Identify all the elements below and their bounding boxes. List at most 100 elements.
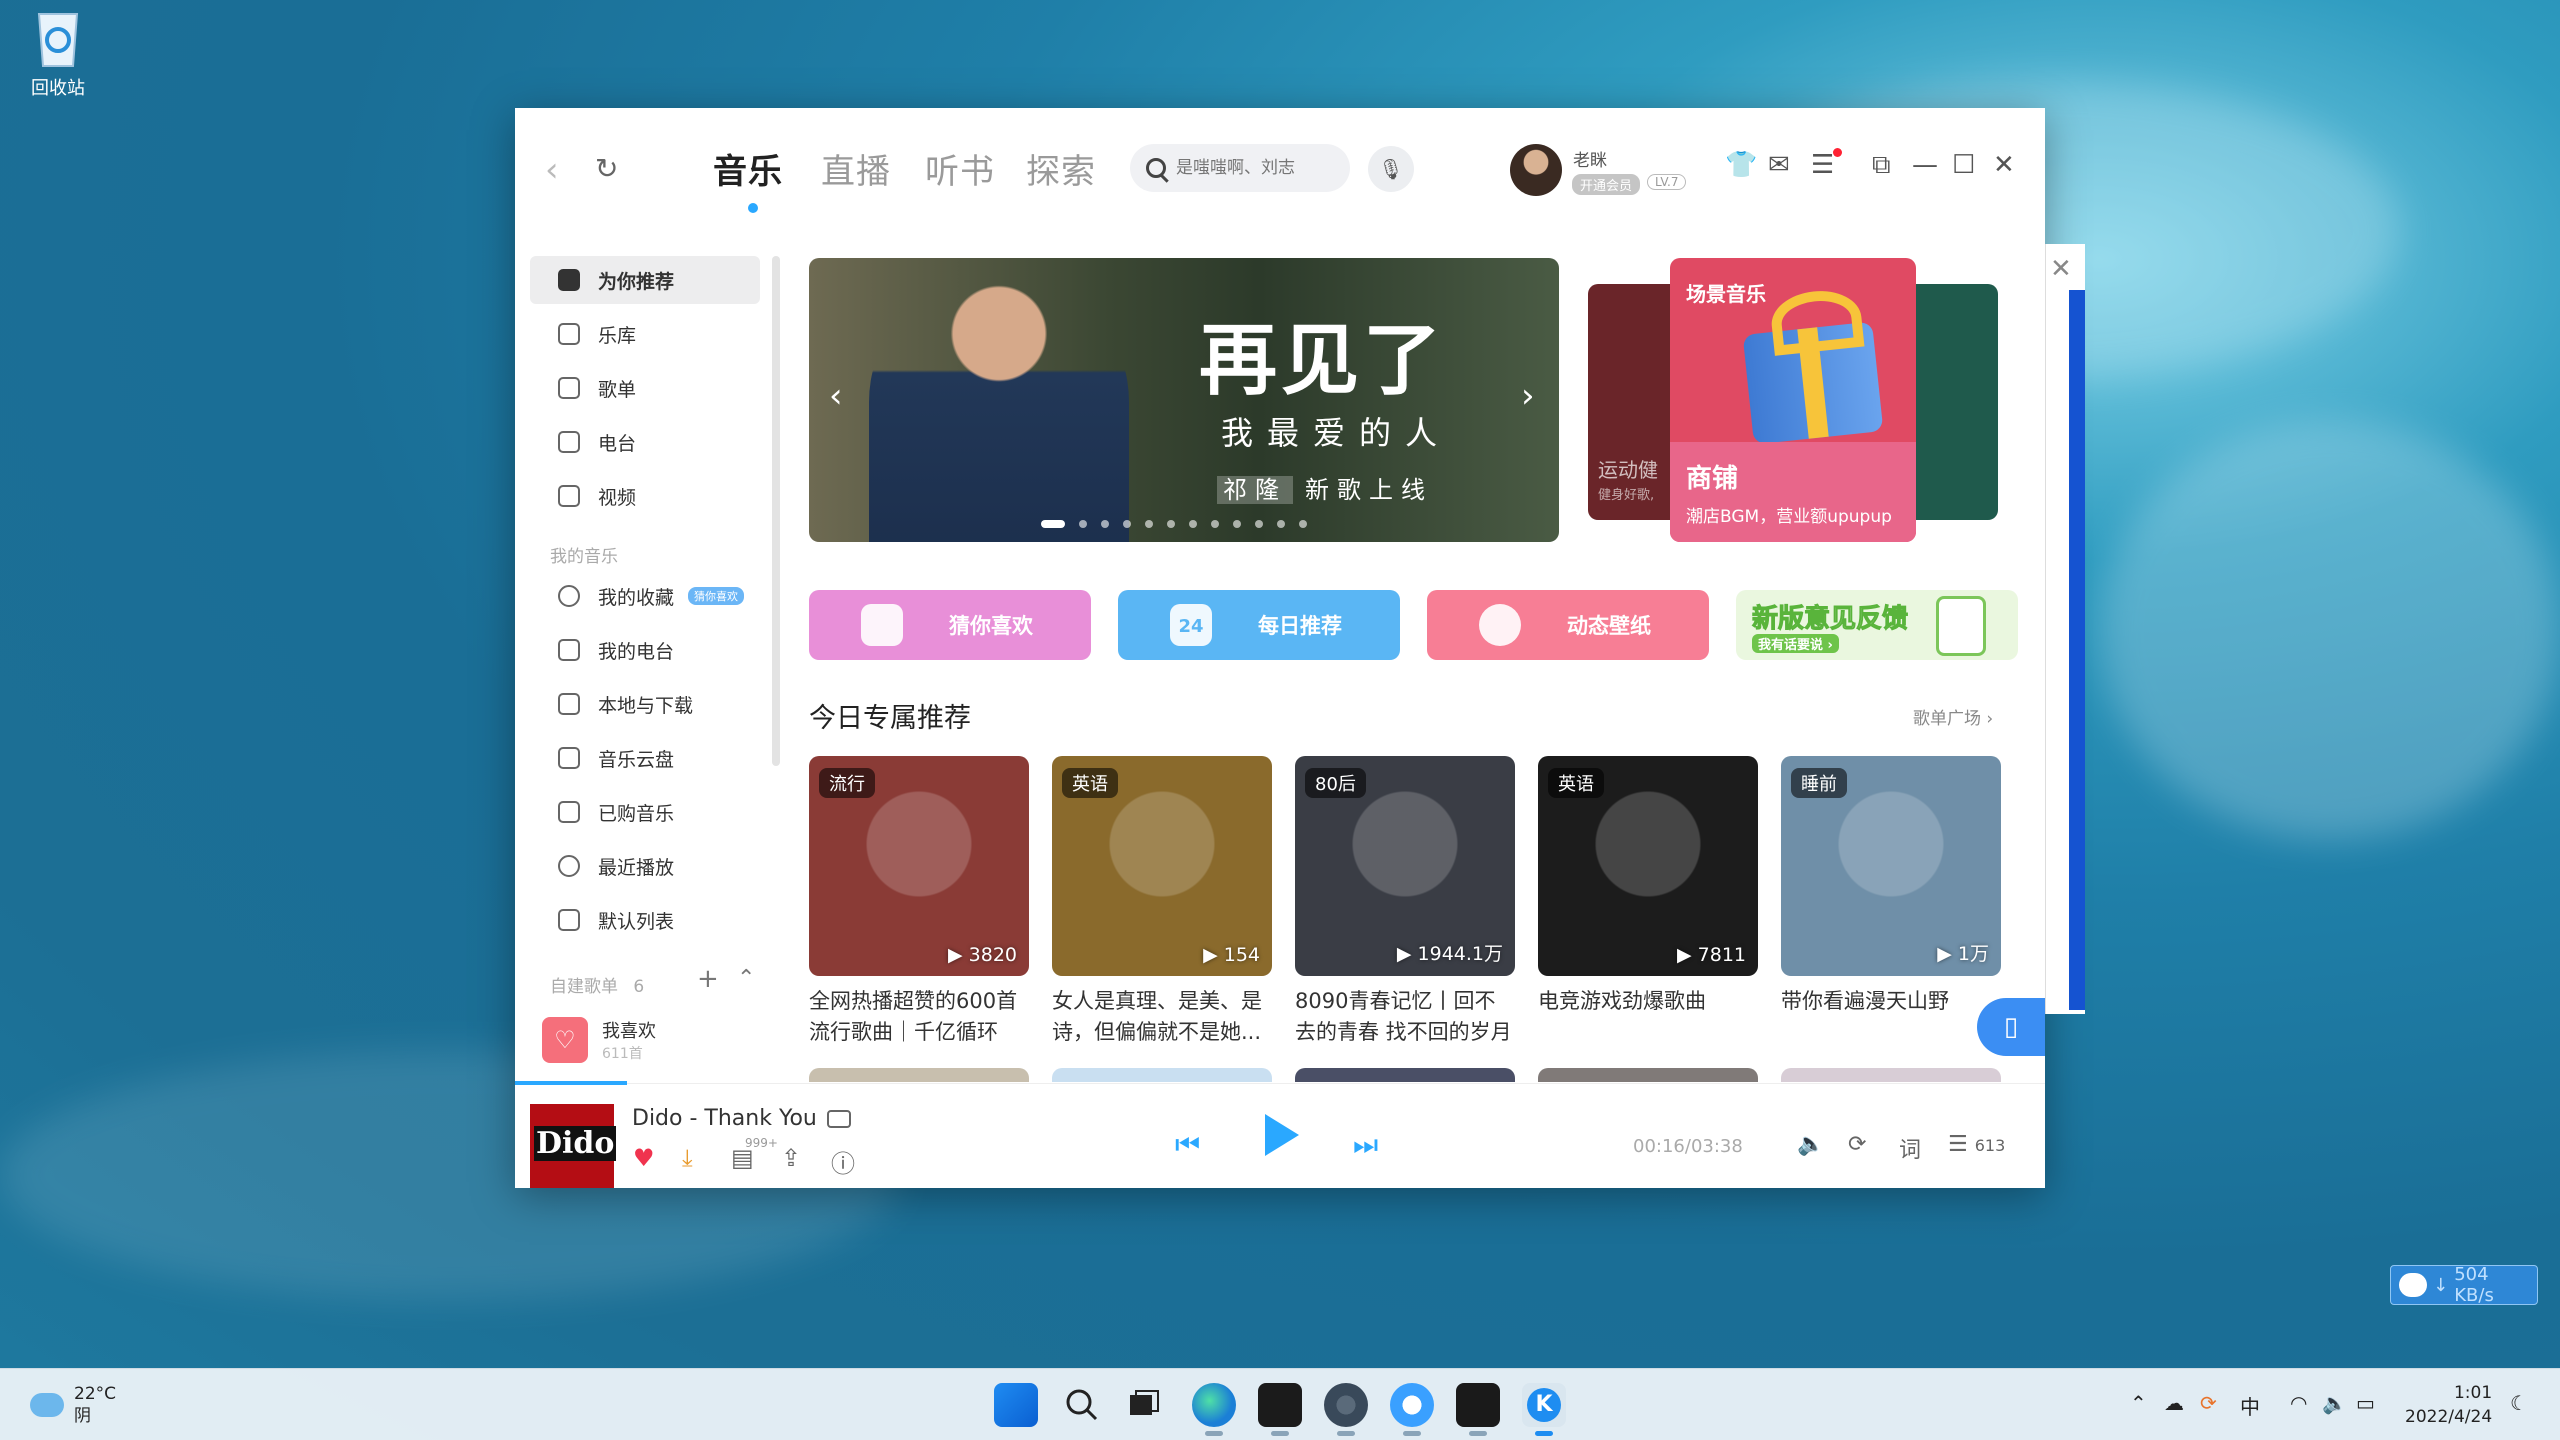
playlist-title[interactable]: 带你看遍漫天山野 <box>1781 986 2001 1048</box>
sidebar-scrollbar[interactable] <box>772 256 780 766</box>
playlist-title[interactable]: 8090青春记忆丨回不去的青春 找不回的岁月 <box>1295 986 1515 1048</box>
banner-dot[interactable] <box>1101 520 1109 528</box>
scene-card-shop[interactable]: 场景音乐 商铺 潮店BGM，营业额upupup <box>1670 258 1916 542</box>
sidebar-item-radio[interactable]: 电台 <box>530 418 760 466</box>
menu-icon[interactable]: ☰ <box>1811 150 1834 180</box>
playlist-cover[interactable]: 睡前 ▶ 1万 <box>1781 756 2001 976</box>
settings-gear-icon[interactable] <box>1324 1383 1368 1427</box>
playlist-title[interactable]: 全网热播超赞的600首流行歌曲｜千亿循环 <box>809 986 1029 1048</box>
intellij-icon[interactable] <box>1258 1383 1302 1427</box>
banner-dot[interactable] <box>1255 520 1263 528</box>
playlist-card[interactable]: 睡前 ▶ 1万带你看遍漫天山野 <box>1781 756 2001 1048</box>
like-heart-icon[interactable]: ♥ <box>633 1144 655 1172</box>
add-playlist-icon[interactable]: + <box>697 964 719 994</box>
playlist-title[interactable]: 女人是真理、是美、是诗，但偏偏就不是她... <box>1052 986 1272 1048</box>
banner-dot[interactable] <box>1189 520 1197 528</box>
playlist-cover[interactable]: 英语 ▶ 7811 <box>1538 756 1758 976</box>
sync-icon[interactable]: ⟳ <box>2200 1391 2217 1415</box>
phone-sync-icon[interactable]: ▯ <box>1977 998 2045 1056</box>
chevron-up-icon[interactable]: ⌃ <box>2130 1391 2147 1415</box>
minimize-icon[interactable]: — <box>1912 150 1938 180</box>
sidebar-item-recommend[interactable]: 为你推荐 <box>530 256 760 304</box>
feedback-banner[interactable]: 新版意见反馈 我有话要说 › <box>1736 590 2018 660</box>
search-box[interactable] <box>1130 144 1350 192</box>
search-input[interactable] <box>1176 158 1336 178</box>
playlist-card[interactable]: 英语 ▶ 7811 电竞游戏劲爆歌曲 <box>1538 756 1758 1048</box>
volume-icon[interactable]: 🔈 <box>1797 1132 1824 1157</box>
edge-browser-icon[interactable] <box>1192 1383 1236 1427</box>
start-icon[interactable] <box>994 1383 1038 1427</box>
maximize-icon[interactable]: ☐ <box>1952 150 1975 180</box>
tab-music[interactable]: 音乐 <box>713 144 783 193</box>
sidebar-item-default-list[interactable]: 默认列表 <box>530 896 760 944</box>
skin-icon[interactable]: 👕 <box>1725 150 1757 180</box>
download-icon[interactable]: ⤓ <box>682 1144 693 1172</box>
sidebar-item-library[interactable]: 乐库 <box>530 310 760 358</box>
terminal-icon[interactable] <box>1456 1383 1500 1427</box>
queue-button[interactable]: ☰ 613 <box>1948 1132 2005 1157</box>
banner-dot[interactable] <box>1299 520 1307 528</box>
song-title[interactable]: Dido - Thank You <box>632 1106 851 1131</box>
banner-dot[interactable] <box>1123 520 1131 528</box>
next-icon[interactable]: ⏭ <box>1353 1128 1378 1162</box>
playlist-card[interactable]: 英语 ▶ 154 女人是真理、是美、是诗，但偏偏就不是她... <box>1052 756 1272 1048</box>
banner-dot[interactable] <box>1041 520 1065 528</box>
sidebar-item-liked[interactable]: ♡ 我喜欢 611首 <box>530 1012 760 1068</box>
sidebar-item-my-radio[interactable]: 我的电台 <box>530 626 760 674</box>
playlist-square-link[interactable]: 歌单广场 › <box>1913 704 1993 729</box>
guess-you-like-button[interactable]: 猜你喜欢 <box>809 590 1091 660</box>
ime-indicator[interactable]: 中 <box>2240 1391 2260 1420</box>
voice-search-icon[interactable]: 🎙 <box>1368 146 1414 192</box>
battery-icon[interactable]: ▭ <box>2356 1391 2375 1415</box>
daily-recommend-button[interactable]: 24 每日推荐 <box>1118 590 1400 660</box>
kugou-taskbar-button[interactable]: K <box>1522 1383 1566 1427</box>
playlist-title[interactable]: 电竞游戏劲爆歌曲 <box>1538 986 1758 1048</box>
playlist-cover[interactable]: 英语 ▶ 154 <box>1052 756 1272 976</box>
banner-dot[interactable] <box>1167 520 1175 528</box>
banner-next-icon[interactable]: › <box>1521 376 1535 416</box>
close-icon[interactable]: ✕ <box>2050 254 2072 284</box>
play-button[interactable] <box>1265 1114 1299 1156</box>
collapse-icon[interactable]: ⌃ <box>737 966 755 991</box>
sidebar-item-cloud[interactable]: 音乐云盘 <box>530 734 760 782</box>
search-icon[interactable] <box>1060 1383 1104 1427</box>
sidebar-item-favorites[interactable]: 我的收藏 猜你喜欢 <box>530 572 760 620</box>
album-cover[interactable]: Dido <box>530 1104 617 1188</box>
mini-mode-icon[interactable]: ⧉ <box>1872 150 1891 181</box>
tab-live[interactable]: 直播 <box>821 144 891 193</box>
sidebar-item-local[interactable]: 本地与下载 <box>530 680 760 728</box>
banner-dot[interactable] <box>1079 520 1087 528</box>
sidebar-item-recent[interactable]: 最近播放 <box>530 842 760 890</box>
vip-badge[interactable]: 开通会员 <box>1572 174 1641 195</box>
playlist-cover[interactable]: 80后 ▶ 1944.1万 <box>1295 756 1515 976</box>
banner-dot[interactable] <box>1211 520 1219 528</box>
playlist-card[interactable]: 80后 ▶ 1944.1万 8090青春记忆丨回不去的青春 找不回的岁月 <box>1295 756 1515 1048</box>
info-icon[interactable]: ⓘ <box>831 1144 855 1179</box>
banner-prev-icon[interactable]: ‹ <box>829 376 843 416</box>
sidebar-item-playlists[interactable]: 歌单 <box>530 364 760 412</box>
avatar[interactable] <box>1510 144 1562 196</box>
lyrics-button[interactable]: 词 <box>1899 1132 1921 1164</box>
dynamic-wallpaper-button[interactable]: 动态壁纸 <box>1427 590 1709 660</box>
weather-widget[interactable]: 22°C 阴 <box>30 1383 116 1427</box>
banner-dot[interactable] <box>1233 520 1241 528</box>
mail-icon[interactable]: ✉ <box>1768 150 1790 180</box>
banner-dot[interactable] <box>1145 520 1153 528</box>
notification-icon[interactable]: ☾ <box>2510 1391 2528 1415</box>
mv-icon[interactable] <box>826 1110 851 1128</box>
user-name[interactable]: 老眯 <box>1573 146 1607 171</box>
banner-dot[interactable] <box>1277 520 1285 528</box>
network-speed-widget[interactable]: ↓ 504 KB/s <box>2390 1264 2538 1306</box>
share-icon[interactable]: ⇪ <box>781 1144 801 1172</box>
onedrive-icon[interactable]: ☁ <box>2164 1391 2184 1415</box>
hero-banner[interactable]: 再见了 我最爱的人 祁隆 新歌上线 ‹ › <box>809 258 1559 542</box>
wifi-icon[interactable]: ◠ <box>2290 1391 2307 1415</box>
progress-bar[interactable] <box>515 1081 627 1085</box>
back-icon[interactable]: ‹ <box>545 150 559 190</box>
sidebar-item-video[interactable]: 视频 <box>530 472 760 520</box>
baidu-netdisk-icon[interactable] <box>1390 1383 1434 1427</box>
playlist-card[interactable]: 流行 ▶ 3820 全网热播超赞的600首流行歌曲｜千亿循环 <box>809 756 1029 1048</box>
refresh-icon[interactable]: ↻ <box>595 152 618 185</box>
tab-explore[interactable]: 探索 <box>1026 144 1096 193</box>
loop-icon[interactable]: ⟳ <box>1848 1132 1866 1157</box>
